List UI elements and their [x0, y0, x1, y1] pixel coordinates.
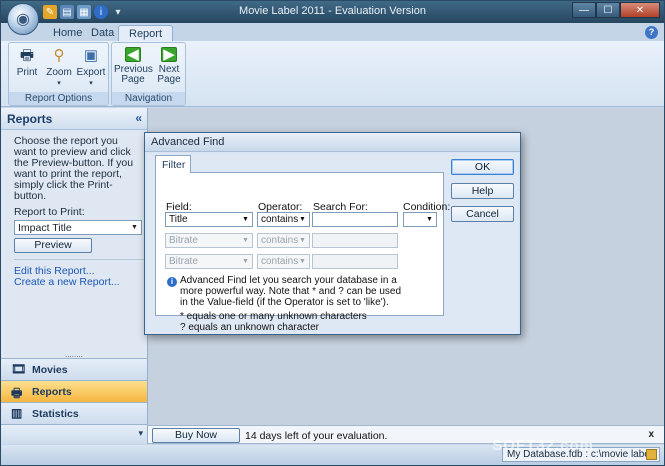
- export-button[interactable]: ▣ Export ▾: [73, 45, 109, 89]
- filter-panel: Field: Operator: Search For: Condition: …: [155, 172, 450, 333]
- buy-now-button[interactable]: Buy Now: [152, 428, 240, 443]
- nav-reports[interactable]: 🖶 Reports: [1, 380, 147, 402]
- operator-select-3[interactable]: contains ▼: [257, 254, 310, 269]
- chevron-down-icon: ▼: [242, 237, 249, 244]
- cancel-button[interactable]: Cancel: [451, 206, 514, 222]
- chevron-down-icon: ▼: [299, 258, 306, 265]
- application-menu-button[interactable]: ◉: [7, 3, 39, 35]
- film-icon: 🎞: [11, 362, 27, 376]
- sidebar-instructions: Choose the report you want to preview an…: [14, 135, 134, 202]
- preview-button[interactable]: Preview: [14, 238, 92, 253]
- printer-icon: 🖶: [11, 386, 23, 400]
- window-controls: — ☐ ✕: [572, 2, 660, 18]
- statistics-icon: ▥: [11, 406, 23, 420]
- wildcard-star-text: * equals one or many unknown characters: [180, 311, 367, 322]
- condition-select[interactable]: ▼: [403, 212, 437, 227]
- search-input-1[interactable]: [312, 212, 398, 227]
- help-button[interactable]: Help: [451, 183, 514, 199]
- tab-filter[interactable]: Filter: [155, 155, 191, 173]
- dialog-title: Advanced Find: [145, 133, 520, 152]
- field-select-3[interactable]: Bitrate ▼: [165, 254, 253, 269]
- nav-statistics[interactable]: ▥ Statistics: [1, 402, 147, 424]
- field-select-2[interactable]: Bitrate ▼: [165, 233, 253, 248]
- window-title: Movie Label 2011 - Evaluation Version: [239, 5, 426, 17]
- next-icon: ▶: [161, 47, 177, 62]
- chevron-down-icon: ▼: [131, 224, 138, 231]
- group-label-report-options: Report Options: [9, 92, 108, 105]
- close-button[interactable]: ✕: [620, 2, 660, 18]
- export-icon: ▣: [83, 47, 99, 64]
- wildcard-question-text: ? equals an unknown character: [180, 322, 319, 333]
- chevron-down-icon: ▼: [242, 258, 249, 265]
- maximize-button[interactable]: ☐: [596, 2, 620, 18]
- watermark: SOFT32.com: [492, 437, 594, 454]
- collapse-icon[interactable]: «: [135, 111, 142, 125]
- zoom-icon: ⚲: [53, 47, 65, 64]
- ribbon: 🖶 Print ⚲ Zoom ▾ ▣ Export ▾ Report Options…: [1, 41, 664, 107]
- app-window: ✎ ▤ ▦ i ▾ Movie Label 2011 - Evaluation …: [0, 0, 665, 466]
- chevron-down-icon: ▼: [426, 216, 433, 223]
- zoom-button[interactable]: ⚲ Zoom ▾: [41, 45, 77, 89]
- operator-select-2[interactable]: contains ▼: [257, 233, 310, 248]
- tab-report[interactable]: Report: [118, 25, 174, 42]
- nav-overflow-icon: ▾: [138, 428, 143, 438]
- search-input-3[interactable]: [312, 254, 398, 269]
- report-to-print-label: Report to Print:: [14, 206, 85, 218]
- chevron-down-icon: ▼: [299, 237, 306, 244]
- title-bar: ✎ ▤ ▦ i ▾ Movie Label 2011 - Evaluation …: [1, 1, 664, 23]
- zoom-dropdown-icon: ▾: [57, 80, 61, 87]
- minimize-button[interactable]: —: [572, 2, 596, 18]
- printer-icon: 🖶: [19, 47, 35, 64]
- group-report-options: 🖶 Print ⚲ Zoom ▾ ▣ Export ▾ Report Options: [8, 42, 109, 106]
- advanced-find-dialog: Advanced Find Filter Field: Operator: Se…: [144, 132, 521, 335]
- sidebar-title: Reports: [7, 112, 53, 126]
- group-label-navigation: Navigation: [112, 92, 185, 105]
- field-select-1[interactable]: Title ▼: [165, 212, 253, 227]
- report-select[interactable]: Impact Title ▼: [14, 220, 142, 235]
- dialog-body: Filter Field: Operator: Search For: Cond…: [147, 153, 518, 334]
- ok-button[interactable]: OK: [451, 159, 514, 175]
- chevron-down-icon: ▼: [242, 216, 249, 223]
- sidebar: Reports « Choose the report you want to …: [1, 108, 148, 444]
- help-icon[interactable]: ?: [645, 26, 658, 39]
- group-navigation: ◀ Previous Page ▶ Next Page Navigation: [111, 42, 186, 106]
- ribbon-tabs: Home Data Report ?: [1, 23, 664, 42]
- nav-movies[interactable]: 🎞 Movies: [1, 358, 147, 380]
- close-icon[interactable]: x: [648, 429, 654, 440]
- divider: [14, 259, 144, 260]
- previous-icon: ◀: [125, 47, 141, 62]
- info-icon: i: [167, 277, 177, 287]
- previous-page-button[interactable]: ◀ Previous Page: [114, 45, 153, 85]
- print-button[interactable]: 🖶 Print: [9, 45, 45, 78]
- sidebar-header: Reports «: [1, 108, 147, 130]
- chevron-down-icon: ▼: [299, 216, 306, 223]
- export-dropdown-icon: ▾: [89, 80, 93, 87]
- nav-overflow[interactable]: ▾: [1, 424, 147, 444]
- database-icon: [646, 449, 657, 460]
- operator-select-1[interactable]: contains ▼: [257, 212, 310, 227]
- evaluation-text: 14 days left of your evaluation.: [245, 430, 388, 442]
- next-page-button[interactable]: ▶ Next Page: [152, 45, 186, 85]
- info-text: Advanced Find let you search your databa…: [180, 275, 402, 308]
- search-input-2[interactable]: [312, 233, 398, 248]
- create-report-link[interactable]: Create a new Report...: [14, 277, 147, 288]
